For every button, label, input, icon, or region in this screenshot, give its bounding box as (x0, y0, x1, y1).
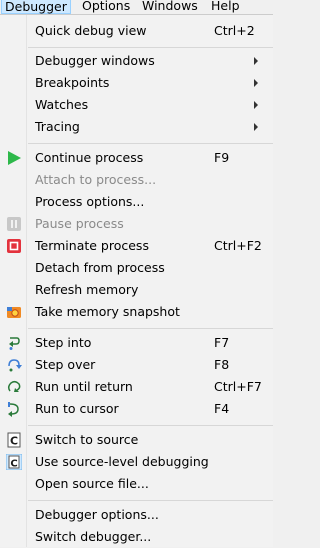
submenu-arrow-icon (254, 123, 258, 131)
menu-item-label: Use source-level debugging (35, 454, 209, 469)
menu-item-label: Detach from process (35, 260, 165, 275)
menu-item-breakpoints[interactable]: Breakpoints (0, 72, 273, 94)
menu-item-shortcut: Ctrl+F2 (214, 238, 262, 253)
menu-item-label: Attach to process... (35, 172, 157, 187)
step-over-icon (8, 359, 22, 372)
menu-item-label: Tracing (35, 119, 80, 134)
menu-item-refresh-memory[interactable]: Refresh memory (0, 279, 273, 301)
menu-item-label: Breakpoints (35, 75, 110, 90)
submenu-arrow-icon (254, 57, 258, 65)
menu-item-continue-process[interactable]: Continue process F9 (0, 147, 273, 169)
menu-item-label: Terminate process (35, 238, 149, 253)
menu-item-quick-debug-view[interactable]: Quick debug view Ctrl+2 (0, 20, 273, 42)
menu-item-run-to-cursor[interactable]: Run to cursor F4 (0, 398, 273, 420)
stop-icon (7, 239, 21, 253)
menu-item-label: Step into (35, 335, 92, 350)
camera-icon (7, 307, 21, 318)
menubar-debugger[interactable]: Debugger (1, 0, 71, 14)
menu-item-label: Continue process (35, 150, 144, 165)
menu-item-run-until-return[interactable]: Run until return Ctrl+F7 (0, 376, 273, 398)
menu-item-use-source-level-debugging[interactable]: C Use source-level debugging (0, 451, 273, 473)
menu-item-debugger-options[interactable]: Debugger options... (0, 504, 273, 526)
source-icon: C (7, 432, 21, 448)
menu-separator (28, 425, 273, 426)
play-icon (8, 151, 21, 165)
menu-item-shortcut: F8 (214, 357, 230, 372)
debugger-dropdown-menu: Quick debug view Ctrl+2 Debugger windows… (0, 14, 273, 547)
submenu-arrow-icon (254, 79, 258, 87)
menu-item-label: Open source file... (35, 476, 149, 491)
menu-item-label: Run until return (35, 379, 133, 394)
menu-item-pause-process: Pause process (0, 213, 273, 235)
menu-item-label: Step over (35, 357, 96, 372)
menu-item-detach-from-process[interactable]: Detach from process (0, 257, 273, 279)
run-to-cursor-icon (8, 402, 19, 417)
menu-item-label: Take memory snapshot (35, 304, 180, 319)
menu-item-shortcut: F4 (214, 401, 230, 416)
menu-item-debugger-windows[interactable]: Debugger windows (0, 50, 273, 72)
pause-icon (7, 217, 21, 231)
menu-bar: Debugger Options Windows Help (0, 0, 273, 14)
menu-item-label: Pause process (35, 216, 124, 231)
menu-item-label: Process options... (35, 194, 145, 209)
menu-separator (28, 47, 273, 48)
menubar-help[interactable]: Help (208, 0, 243, 14)
menubar-windows[interactable]: Windows (139, 0, 201, 14)
menu-item-process-options[interactable]: Process options... (0, 191, 273, 213)
menu-item-step-over[interactable]: Step over F8 (0, 354, 273, 376)
menu-item-label: Refresh memory (35, 282, 139, 297)
svg-text:C: C (10, 435, 18, 448)
menu-item-open-source-file[interactable]: Open source file... (0, 473, 273, 495)
menu-item-step-into[interactable]: Step into F7 (0, 332, 273, 354)
menu-item-take-memory-snapshot[interactable]: Take memory snapshot (0, 301, 273, 323)
menu-item-shortcut: F9 (214, 150, 230, 165)
menu-item-label: Quick debug view (35, 23, 147, 38)
menubar-options[interactable]: Options (79, 0, 133, 14)
menu-separator (28, 500, 273, 501)
submenu-arrow-icon (254, 101, 258, 109)
menu-item-attach-to-process: Attach to process... (0, 169, 273, 191)
svg-text:C: C (10, 459, 17, 470)
menu-item-label: Run to cursor (35, 401, 119, 416)
menu-item-tracing[interactable]: Tracing (0, 116, 273, 138)
menu-separator (28, 143, 273, 144)
menu-item-switch-to-source[interactable]: C Switch to source (0, 429, 273, 451)
source-level-icon: C (6, 454, 22, 470)
menu-item-label: Debugger options... (35, 507, 159, 522)
menu-item-label: Switch to source (35, 432, 139, 447)
menu-item-shortcut: F7 (214, 335, 230, 350)
menu-item-shortcut: Ctrl+2 (214, 23, 255, 38)
menu-item-label: Switch debugger... (35, 529, 152, 544)
menu-item-label: Debugger windows (35, 53, 155, 68)
menu-item-label: Watches (35, 97, 89, 112)
menu-item-watches[interactable]: Watches (0, 94, 273, 116)
run-until-return-icon (7, 380, 21, 392)
menu-separator (28, 328, 273, 329)
menu-item-switch-debugger[interactable]: Switch debugger... (0, 526, 273, 548)
menu-item-terminate-process[interactable]: Terminate process Ctrl+F2 (0, 235, 273, 257)
step-into-icon (9, 337, 20, 350)
menu-item-shortcut: Ctrl+F7 (214, 379, 262, 394)
